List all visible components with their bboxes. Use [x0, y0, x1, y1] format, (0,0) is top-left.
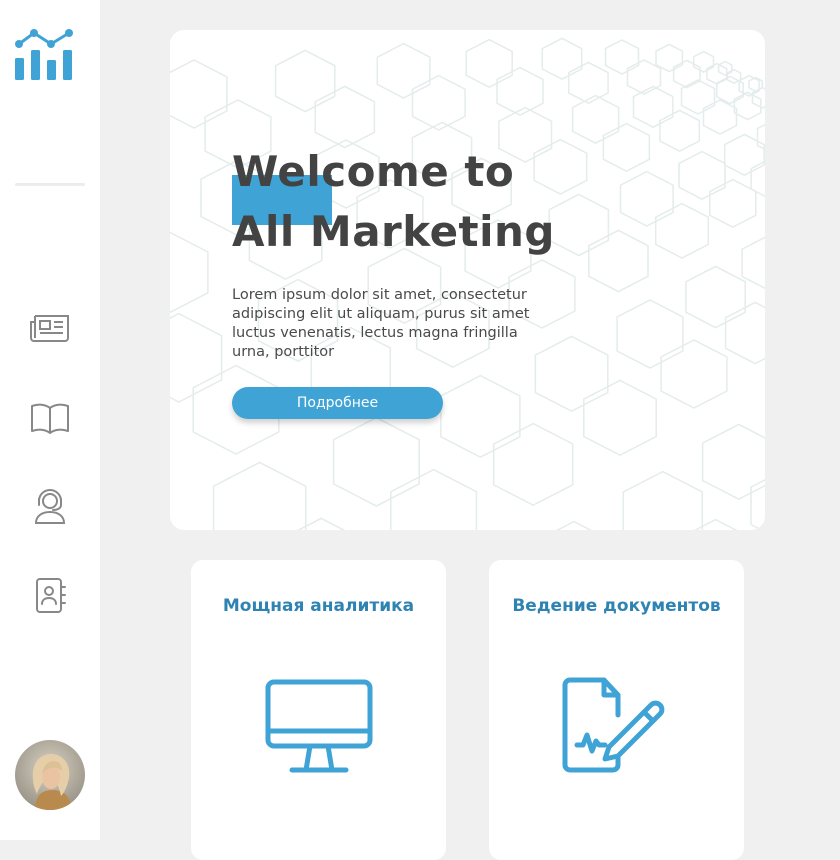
hex-cell: [297, 517, 346, 530]
hex-cell: [314, 85, 376, 149]
hex-cell: [556, 520, 592, 530]
hex-cell: [672, 59, 701, 89]
hex-cell: [616, 299, 684, 369]
hex-cell: [170, 312, 223, 403]
hex-pattern-background: [170, 37, 765, 530]
book-icon: [29, 401, 71, 439]
hex-cell: [492, 422, 574, 507]
hex-cell: [541, 37, 583, 81]
monitor-icon: [261, 675, 381, 775]
hex-cell: [678, 150, 726, 201]
hex-cell: [440, 374, 521, 459]
headset-user-icon: [32, 486, 68, 530]
hex-cell: [212, 461, 307, 530]
hex-cell: [702, 99, 738, 135]
hex-cell: [376, 42, 431, 99]
newspaper-icon: [29, 313, 71, 347]
hex-cell: [701, 423, 765, 501]
hero-title-line-1: Welcome to: [232, 147, 515, 196]
hex-cell: [571, 94, 620, 145]
hex-cell: [622, 470, 704, 530]
hex-cell: [660, 339, 728, 409]
feature-card-analytics[interactable]: Мощная аналитика: [191, 560, 446, 860]
hex-cell: [654, 202, 710, 259]
hex-cell: [390, 468, 478, 530]
hex-cell: [709, 178, 757, 229]
hex-cell: [170, 59, 228, 129]
hero-title: Welcome to All Marketing: [232, 142, 652, 262]
hex-cell: [465, 38, 513, 89]
sidebar: [0, 0, 100, 840]
hex-cell: [604, 39, 640, 75]
hex-cell: [632, 85, 674, 129]
sidebar-item-support[interactable]: [28, 488, 72, 528]
hex-cell: [733, 91, 762, 121]
sidebar-item-book[interactable]: [28, 400, 72, 440]
hex-cell: [583, 379, 657, 457]
hero-title-line-2: All Marketing: [232, 207, 555, 256]
sidebar-item-news[interactable]: [28, 310, 72, 350]
hex-cell: [659, 109, 701, 153]
hex-cell: [411, 74, 466, 131]
hex-cell: [750, 160, 765, 198]
hex-cell: [685, 265, 746, 329]
chart-logo-icon[interactable]: [14, 28, 76, 82]
hero-description: Lorem ipsum dolor sit amet, consectetur …: [232, 287, 530, 360]
contact-book-icon: [32, 576, 68, 620]
hex-cell: [567, 61, 609, 105]
hex-cell: [692, 50, 715, 73]
hex-cell: [496, 66, 544, 117]
card-title: Мощная аналитика: [222, 596, 415, 616]
feature-card-documents[interactable]: Ведение документов: [489, 560, 744, 860]
hex-cell: [693, 518, 738, 530]
sidebar-divider: [15, 183, 85, 186]
hex-cell: [170, 231, 209, 314]
hex-cell: [680, 79, 716, 115]
hex-cell: [274, 49, 336, 113]
hex-cell: [750, 479, 765, 530]
hex-cell: [332, 416, 420, 507]
avatar[interactable]: [15, 740, 85, 810]
sidebar-item-contacts[interactable]: [28, 578, 72, 618]
hex-cell: [170, 529, 171, 530]
more-button[interactable]: Подробнее: [232, 387, 443, 419]
hero-card: Welcome to All Marketing Lorem ipsum dol…: [170, 30, 765, 530]
card-title: Ведение документов: [512, 596, 721, 616]
document-sign-icon: [559, 675, 679, 775]
